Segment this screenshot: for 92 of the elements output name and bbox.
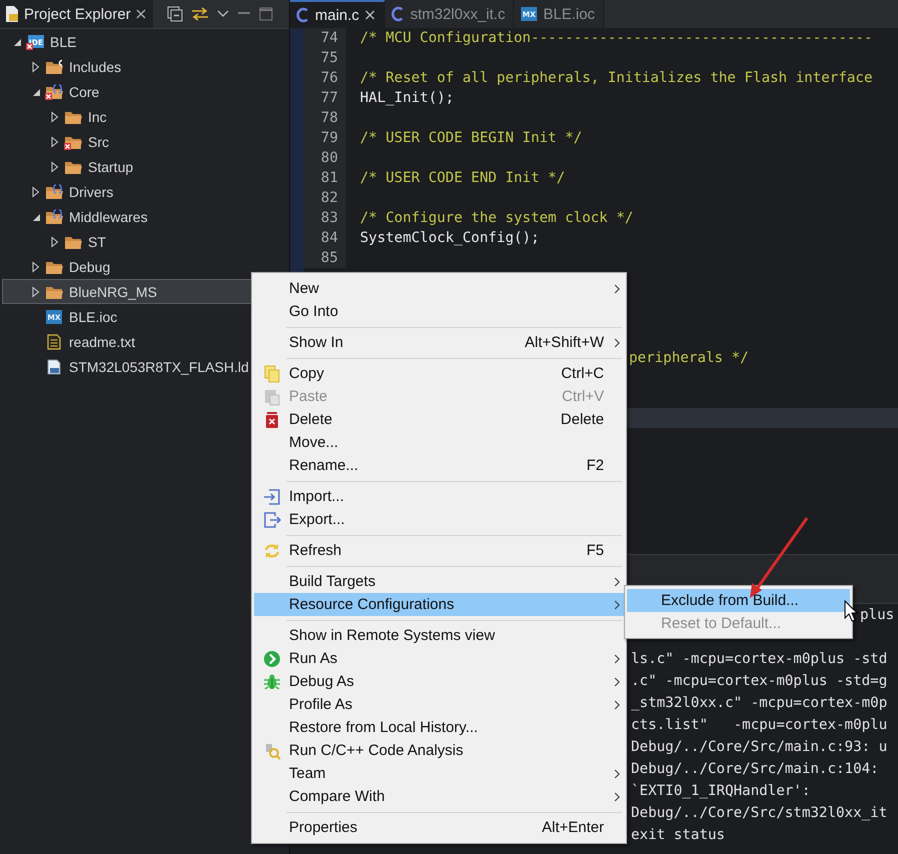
- line-number: 85: [304, 248, 346, 268]
- export-icon: [262, 510, 280, 528]
- line-number: 79: [304, 128, 346, 148]
- menu-item[interactable]: Rename... F2: [254, 454, 624, 477]
- console-line: _stm32l0xx.c" -mcpu=cortex-m0p: [631, 694, 888, 713]
- c-file-icon: [296, 7, 310, 23]
- editor-tab[interactable]: stm32l0xx_it.c: [385, 0, 514, 28]
- shortcut-label: Alt+Enter: [542, 819, 604, 836]
- run-icon: [262, 650, 280, 668]
- menu-item[interactable]: Show in Remote Systems view: [254, 624, 624, 647]
- tree-item[interactable]: Middlewares: [2, 204, 287, 229]
- collapsed-arrow-icon[interactable]: [30, 286, 42, 298]
- console-line: Debug/../Core/Src/main.c:104:: [631, 760, 879, 779]
- console-line: `EXTI0_1_IRQHandler':: [631, 782, 810, 801]
- line-number: 84: [304, 228, 346, 248]
- console-line: cts.list" -mcpu=cortex-m0plu: [631, 716, 888, 735]
- refresh-icon: [262, 542, 280, 560]
- tree-item[interactable]: Inc: [2, 104, 287, 129]
- menu-item[interactable]: Export...: [254, 508, 624, 531]
- paste-icon: [262, 388, 280, 406]
- menu-item[interactable]: Delete Delete: [254, 408, 624, 431]
- code-line: /* Reset of all peripherals, Initializes the Flash interface: [360, 70, 872, 86]
- console-line: plus: [860, 606, 894, 625]
- collapsed-arrow-icon[interactable]: [49, 136, 61, 148]
- menu-item[interactable]: Resource Configurations: [254, 593, 624, 616]
- tree-item[interactable]: Debug: [2, 254, 287, 279]
- line-number: 82: [304, 188, 346, 208]
- code-line: HAL_Init();: [360, 90, 454, 106]
- line-number: 77: [304, 88, 346, 108]
- copy-icon: [262, 364, 280, 382]
- tree-item[interactable]: Src: [2, 129, 287, 154]
- line-number: 81: [304, 168, 346, 188]
- menu-item[interactable]: Move...: [254, 431, 624, 454]
- menu-item[interactable]: Exclude from Build...: [627, 589, 850, 612]
- menu-item[interactable]: Build Targets: [254, 570, 624, 593]
- tree-item[interactable]: Includes: [2, 54, 287, 79]
- console-line: ls.c" -mcpu=cortex-m0plus -std: [631, 650, 888, 669]
- tree-item[interactable]: Drivers: [2, 179, 287, 204]
- console-line: Debug/../Core/Src/stm32l0xx_it: [631, 804, 888, 823]
- line-number: 78: [304, 108, 346, 128]
- maximize-icon[interactable]: [258, 7, 273, 21]
- line-number: 75: [304, 48, 346, 68]
- code-line: /* USER CODE END Init */: [360, 170, 565, 186]
- collapse-all-icon[interactable]: [166, 6, 183, 22]
- menu-item[interactable]: Team: [254, 762, 624, 785]
- editor-tab[interactable]: main.c: [290, 0, 386, 28]
- menu-item[interactable]: Profile As: [254, 693, 624, 716]
- collapsed-arrow-icon[interactable]: [49, 160, 61, 172]
- c-file-icon: [391, 6, 406, 22]
- code-line: SystemClock_Config();: [360, 230, 540, 246]
- menu-item[interactable]: Properties Alt+Enter: [254, 816, 624, 839]
- project-explorer-tab[interactable]: Project Explorer: [0, 0, 153, 28]
- code-line: /* USER CODE BEGIN Init */: [360, 130, 582, 146]
- tree-item[interactable]: ST: [2, 229, 287, 254]
- line-number: 76: [304, 68, 346, 88]
- line-number: 80: [304, 148, 346, 168]
- console-line: Debug/../Core/Src/main.c:93: u: [631, 738, 888, 757]
- close-icon[interactable]: [134, 8, 147, 20]
- line-number: 74: [304, 28, 346, 48]
- console-line: exit status: [631, 826, 725, 845]
- console-line: .c" -mcpu=cortex-m0plus -std=g: [631, 672, 888, 691]
- close-icon[interactable]: [364, 9, 376, 21]
- bug-icon: [262, 672, 280, 690]
- collapsed-arrow-icon[interactable]: [30, 186, 42, 198]
- menu-item[interactable]: Compare With: [254, 785, 624, 808]
- code-line: /* Configure the system clock */: [360, 210, 634, 226]
- explorer-icon: [4, 5, 20, 23]
- menu-item[interactable]: Refresh F5: [254, 539, 624, 562]
- tree-item[interactable]: Core: [2, 79, 287, 104]
- import-icon: [262, 488, 280, 506]
- shortcut-label: F2: [586, 457, 604, 474]
- shortcut-label: Delete: [560, 411, 604, 428]
- tree-item[interactable]: Startup: [2, 154, 287, 179]
- menu-item[interactable]: Restore from Local History...: [254, 716, 624, 739]
- code-line: /* MCU Configuration----------------------------------------: [360, 30, 872, 46]
- collapsed-arrow-icon[interactable]: [30, 260, 42, 272]
- link-arrows-icon[interactable]: [190, 7, 209, 21]
- collapsed-arrow-icon[interactable]: [30, 60, 42, 72]
- mouse-cursor-icon: [844, 600, 858, 622]
- menu-item[interactable]: Import...: [254, 485, 624, 508]
- shortcut-label: Ctrl+V: [562, 388, 604, 405]
- collapsed-arrow-icon[interactable]: [49, 236, 61, 248]
- shortcut-label: Alt+Shift+W: [524, 334, 604, 351]
- menu-item[interactable]: Debug As: [254, 670, 624, 693]
- line-number: 83: [304, 208, 346, 228]
- shortcut-label: Ctrl+C: [561, 365, 604, 382]
- collapsed-arrow-icon[interactable]: [49, 110, 61, 122]
- code-line: peripherals */: [629, 350, 749, 366]
- view-menu-icon[interactable]: [216, 9, 229, 19]
- shortcut-label: F5: [586, 542, 604, 559]
- menu-item[interactable]: Run As: [254, 647, 624, 670]
- menu-item[interactable]: Run C/C++ Code Analysis: [254, 739, 624, 762]
